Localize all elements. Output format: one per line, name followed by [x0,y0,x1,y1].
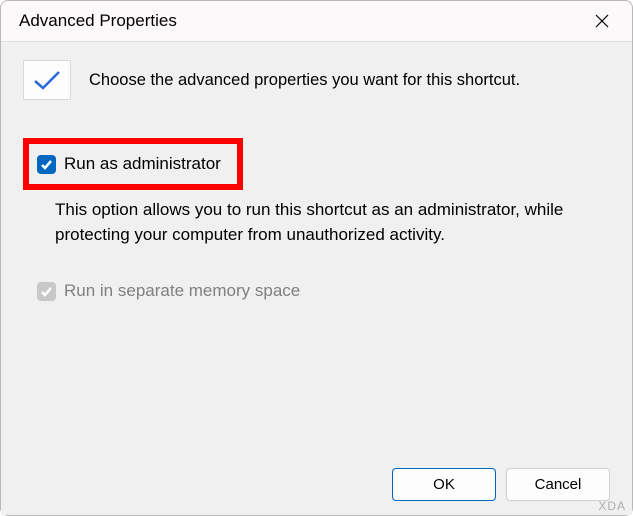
run-as-admin-option[interactable]: Run as administrator [37,154,221,174]
cancel-button[interactable]: Cancel [506,468,610,501]
advanced-properties-dialog: Advanced Properties Choose the advanced … [0,0,633,516]
check-icon [40,285,53,298]
close-icon [595,14,609,28]
watermark: XDA [598,499,626,513]
separate-memory-label: Run in separate memory space [64,281,300,301]
check-icon [40,158,53,171]
separate-memory-option: Run in separate memory space [37,281,610,301]
header-row: Choose the advanced properties you want … [23,60,610,100]
run-as-admin-description: This option allows you to run this short… [55,198,570,247]
header-text: Choose the advanced properties you want … [89,71,520,90]
checkmark-icon [23,60,71,100]
highlight-box: Run as administrator [23,138,243,190]
run-as-admin-label: Run as administrator [64,154,221,174]
titlebar: Advanced Properties [1,1,632,41]
button-row: OK Cancel [392,468,610,501]
run-as-admin-checkbox[interactable] [37,155,56,174]
separate-memory-checkbox [37,282,56,301]
close-button[interactable] [586,5,618,37]
dialog-body: Choose the advanced properties you want … [1,41,632,515]
ok-button[interactable]: OK [392,468,496,501]
dialog-title: Advanced Properties [19,11,177,31]
